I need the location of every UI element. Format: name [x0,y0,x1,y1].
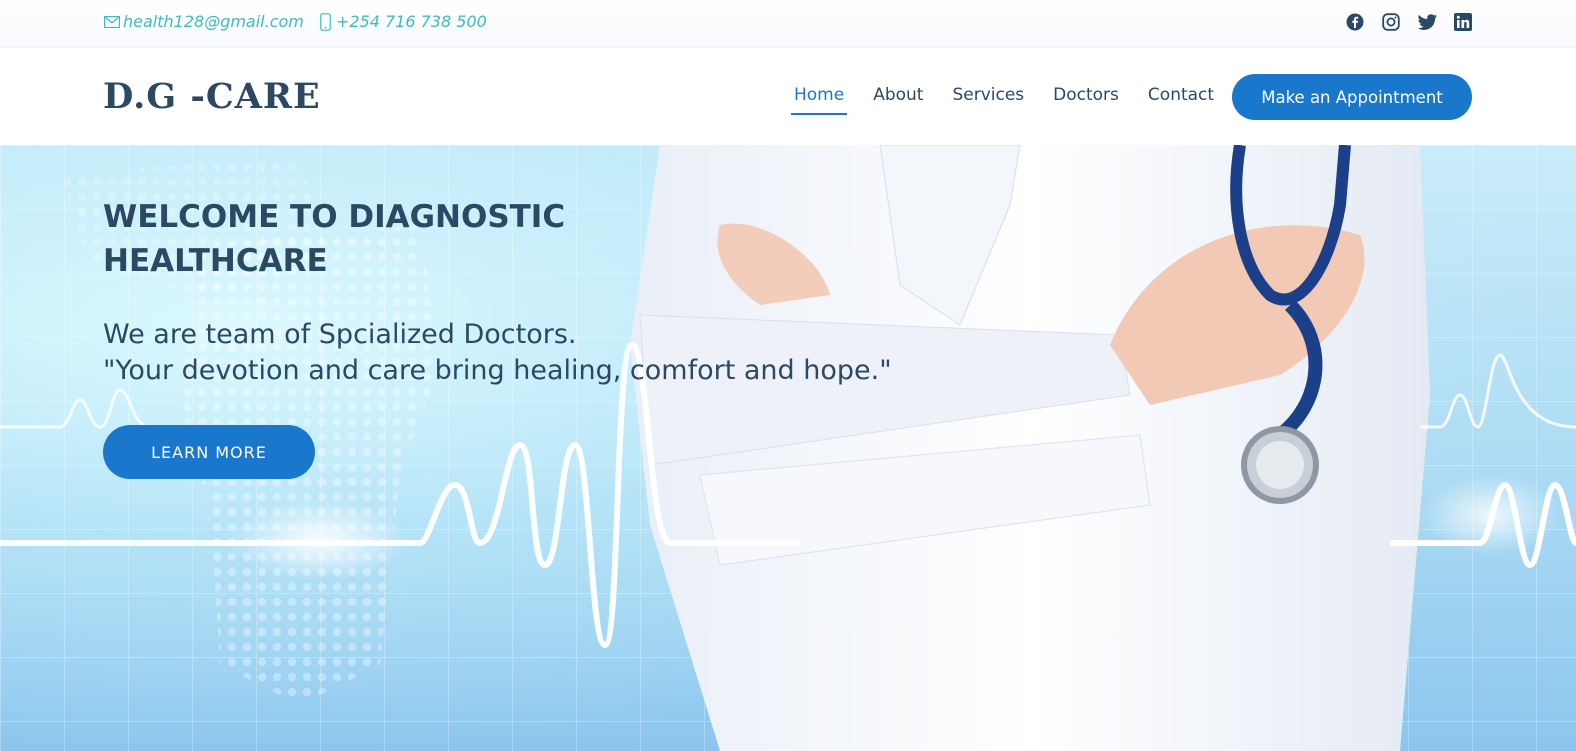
top-bar: health128@gmail.com +254 716 738 500 [0,0,1576,47]
hero-title: WELCOME TO DIAGNOSTIC HEALTHCARE [103,199,566,279]
nav-contact[interactable]: Contact [1148,85,1214,115]
nav-services[interactable]: Services [952,85,1024,115]
hero-section: WELCOME TO DIAGNOSTIC HEALTHCARE We are … [0,145,1576,751]
make-appointment-button[interactable]: Make an Appointment [1232,74,1472,120]
hero-subtitle: We are team of Spcialized Doctors. "Your… [103,317,892,389]
site-logo[interactable]: D.G -CARE [103,76,321,117]
phone-text[interactable]: +254 716 738 500 [336,12,487,31]
instagram-icon[interactable] [1381,12,1401,32]
email-text[interactable]: health128@gmail.com [123,12,304,31]
social-links [1345,12,1473,32]
learn-more-button[interactable]: LEARN MORE [103,425,315,479]
hero-subtitle-line-1: We are team of Spcialized Doctors. [103,319,577,350]
phone-icon [316,12,334,31]
nav-doctors[interactable]: Doctors [1053,85,1119,115]
main-nav: Home About Services Doctors Contact [790,85,1243,115]
main-header: D.G -CARE Home About Services Doctors Co… [0,47,1576,146]
envelope-icon [103,13,121,31]
nav-home[interactable]: Home [790,85,848,115]
linkedin-icon[interactable] [1453,12,1473,32]
nav-about[interactable]: About [873,85,923,115]
hero-subtitle-line-2: "Your devotion and care bring healing, c… [103,355,892,386]
contact-email[interactable]: health128@gmail.com [103,12,304,31]
contact-phone[interactable]: +254 716 738 500 [316,12,487,31]
facebook-icon[interactable] [1345,12,1365,32]
twitter-icon[interactable] [1417,12,1437,32]
